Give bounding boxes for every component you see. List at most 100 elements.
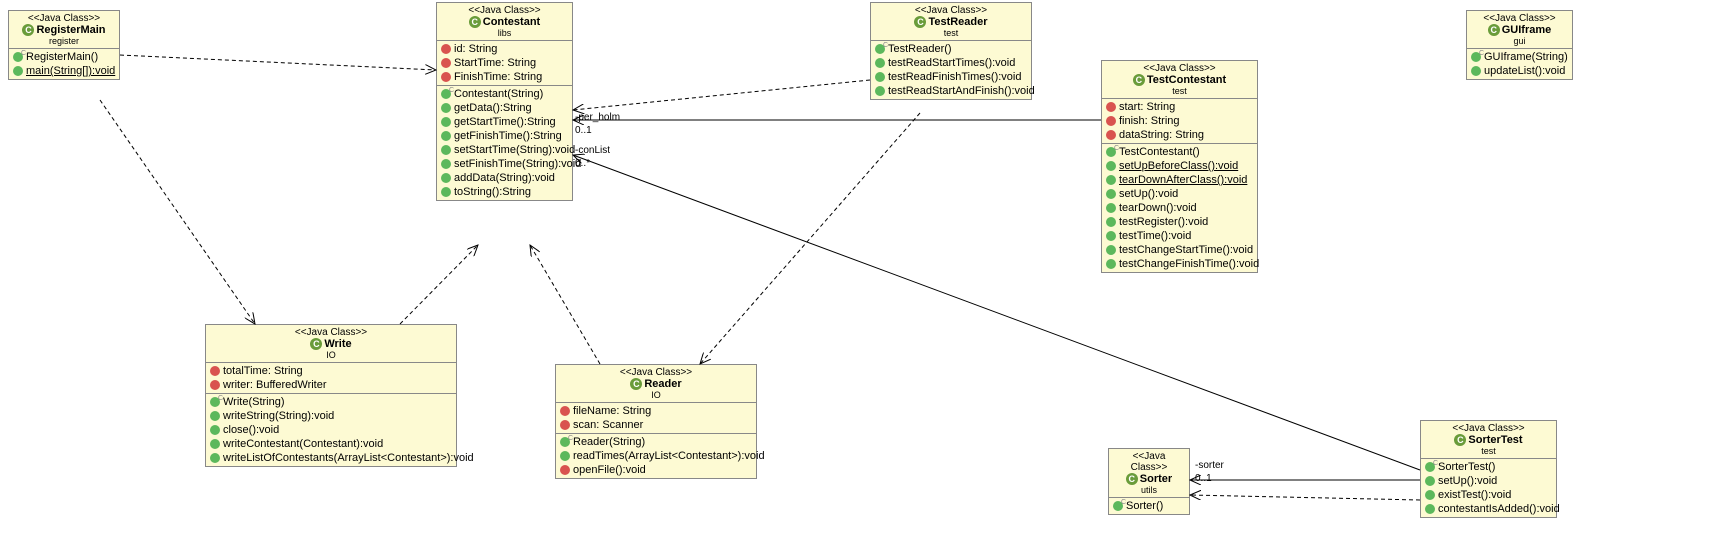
class-write: <<Java Class>> CWrite IO totalTime: Stri… — [205, 324, 457, 467]
op: existTest():void — [1421, 488, 1556, 502]
class-icon: C — [1126, 473, 1138, 485]
private-icon — [1106, 116, 1116, 126]
class-header: <<Java Class>> CWrite IO — [206, 325, 456, 363]
op: addData(String):void — [437, 171, 572, 185]
op: writeContestant(Contestant):void — [206, 437, 456, 451]
package-name: test — [1425, 446, 1552, 456]
class-name: CSorter — [1113, 473, 1185, 485]
operations-section: RegisterMain() main(String[]):void — [9, 49, 119, 79]
op: toString():String — [437, 185, 572, 199]
stereotype: <<Java Class>> — [441, 5, 568, 16]
op: Contestant(String) — [437, 87, 572, 101]
op: testReadStartAndFinish():void — [871, 84, 1031, 98]
package-name: register — [13, 36, 115, 46]
constructor-icon — [441, 89, 451, 99]
class-name: CTestReader — [875, 16, 1027, 28]
class-header: <<Java Class>> CSorterTest test — [1421, 421, 1556, 459]
op: testChangeStartTime():void — [1102, 243, 1257, 257]
op: TestContestant() — [1102, 145, 1257, 159]
operations-section: TestReader() testReadStartTimes():void t… — [871, 41, 1031, 99]
class-header: <<Java Class>> CSorter utils — [1109, 449, 1189, 498]
public-icon — [441, 103, 451, 113]
class-icon: C — [22, 24, 34, 36]
class-register-main: <<Java Class>> CRegisterMain register Re… — [8, 10, 120, 80]
class-name: CWrite — [210, 338, 452, 350]
op: TestReader() — [871, 42, 1031, 56]
attr: fileName: String — [556, 404, 756, 418]
class-header: <<Java Class>> CGUIframe gui — [1467, 11, 1572, 49]
op: getFinishTime():String — [437, 129, 572, 143]
stereotype: <<Java Class>> — [13, 13, 115, 24]
class-sorter-test: <<Java Class>> CSorterTest test SorterTe… — [1420, 420, 1557, 518]
attributes-section: fileName: String scan: Scanner — [556, 403, 756, 434]
class-gui-frame: <<Java Class>> CGUIframe gui GUIframe(St… — [1466, 10, 1573, 80]
public-icon — [1106, 231, 1116, 241]
class-name: CContestant — [441, 16, 568, 28]
class-header: <<Java Class>> CTestContestant test — [1102, 61, 1257, 99]
public-icon — [1106, 175, 1116, 185]
op: close():void — [206, 423, 456, 437]
class-icon: C — [1488, 24, 1500, 36]
public-icon — [1106, 189, 1116, 199]
public-icon — [1471, 66, 1481, 76]
class-header: <<Java Class>> CRegisterMain register — [9, 11, 119, 49]
op: SorterTest() — [1421, 460, 1556, 474]
private-icon — [1106, 130, 1116, 140]
public-icon — [875, 72, 885, 82]
package-name: utils — [1113, 485, 1185, 495]
public-icon — [1106, 259, 1116, 269]
operations-section: Sorter() — [1109, 498, 1189, 514]
class-name: CTestContestant — [1106, 74, 1253, 86]
public-icon — [1106, 217, 1116, 227]
public-icon — [441, 159, 451, 169]
public-icon — [441, 187, 451, 197]
class-name: CGUIframe — [1471, 24, 1568, 36]
stereotype: <<Java Class>> — [1471, 13, 1568, 24]
stereotype: <<Java Class>> — [210, 327, 452, 338]
op: Sorter() — [1109, 499, 1189, 513]
op: RegisterMain() — [9, 50, 119, 64]
public-icon — [560, 451, 570, 461]
class-header: <<Java Class>> CContestant libs — [437, 3, 572, 41]
constructor-icon — [1106, 147, 1116, 157]
attr: FinishTime: String — [437, 70, 572, 84]
op: writeString(String):void — [206, 409, 456, 423]
class-icon: C — [630, 378, 642, 390]
assoc-label-sorter: -sorter — [1195, 460, 1224, 471]
attr: id: String — [437, 42, 572, 56]
assoc-mult-per-holm: 0..1 — [575, 125, 592, 136]
op: testTime():void — [1102, 229, 1257, 243]
public-icon — [441, 117, 451, 127]
public-icon — [875, 86, 885, 96]
stereotype: <<Java Class>> — [1113, 451, 1185, 473]
package-name: libs — [441, 28, 568, 38]
op: readTimes(ArrayList<Contestant>):void — [556, 449, 756, 463]
attributes-section: start: String finish: String dataString:… — [1102, 99, 1257, 144]
attr: totalTime: String — [206, 364, 456, 378]
class-name: CSorterTest — [1425, 434, 1552, 446]
private-icon — [441, 44, 451, 54]
public-icon — [1425, 476, 1435, 486]
op: testRegister():void — [1102, 215, 1257, 229]
class-sorter: <<Java Class>> CSorter utils Sorter() — [1108, 448, 1190, 515]
public-icon — [1106, 161, 1116, 171]
attributes-section: totalTime: String writer: BufferedWriter — [206, 363, 456, 394]
public-icon — [875, 58, 885, 68]
attr: start: String — [1102, 100, 1257, 114]
private-icon — [560, 420, 570, 430]
op: tearDownAfterClass():void — [1102, 173, 1257, 187]
class-icon: C — [1454, 434, 1466, 446]
package-name: IO — [560, 390, 752, 400]
op: main(String[]):void — [9, 64, 119, 78]
op: writeListOfContestants(ArrayList<Contest… — [206, 451, 456, 465]
private-icon — [210, 380, 220, 390]
public-icon — [210, 453, 220, 463]
constructor-icon — [13, 52, 23, 62]
attr: dataString: String — [1102, 128, 1257, 142]
public-icon — [1106, 203, 1116, 213]
class-header: <<Java Class>> CReader IO — [556, 365, 756, 403]
class-header: <<Java Class>> CTestReader test — [871, 3, 1031, 41]
operations-section: Write(String) writeString(String):void c… — [206, 394, 456, 466]
op: setStartTime(String):void — [437, 143, 572, 157]
class-name: CReader — [560, 378, 752, 390]
